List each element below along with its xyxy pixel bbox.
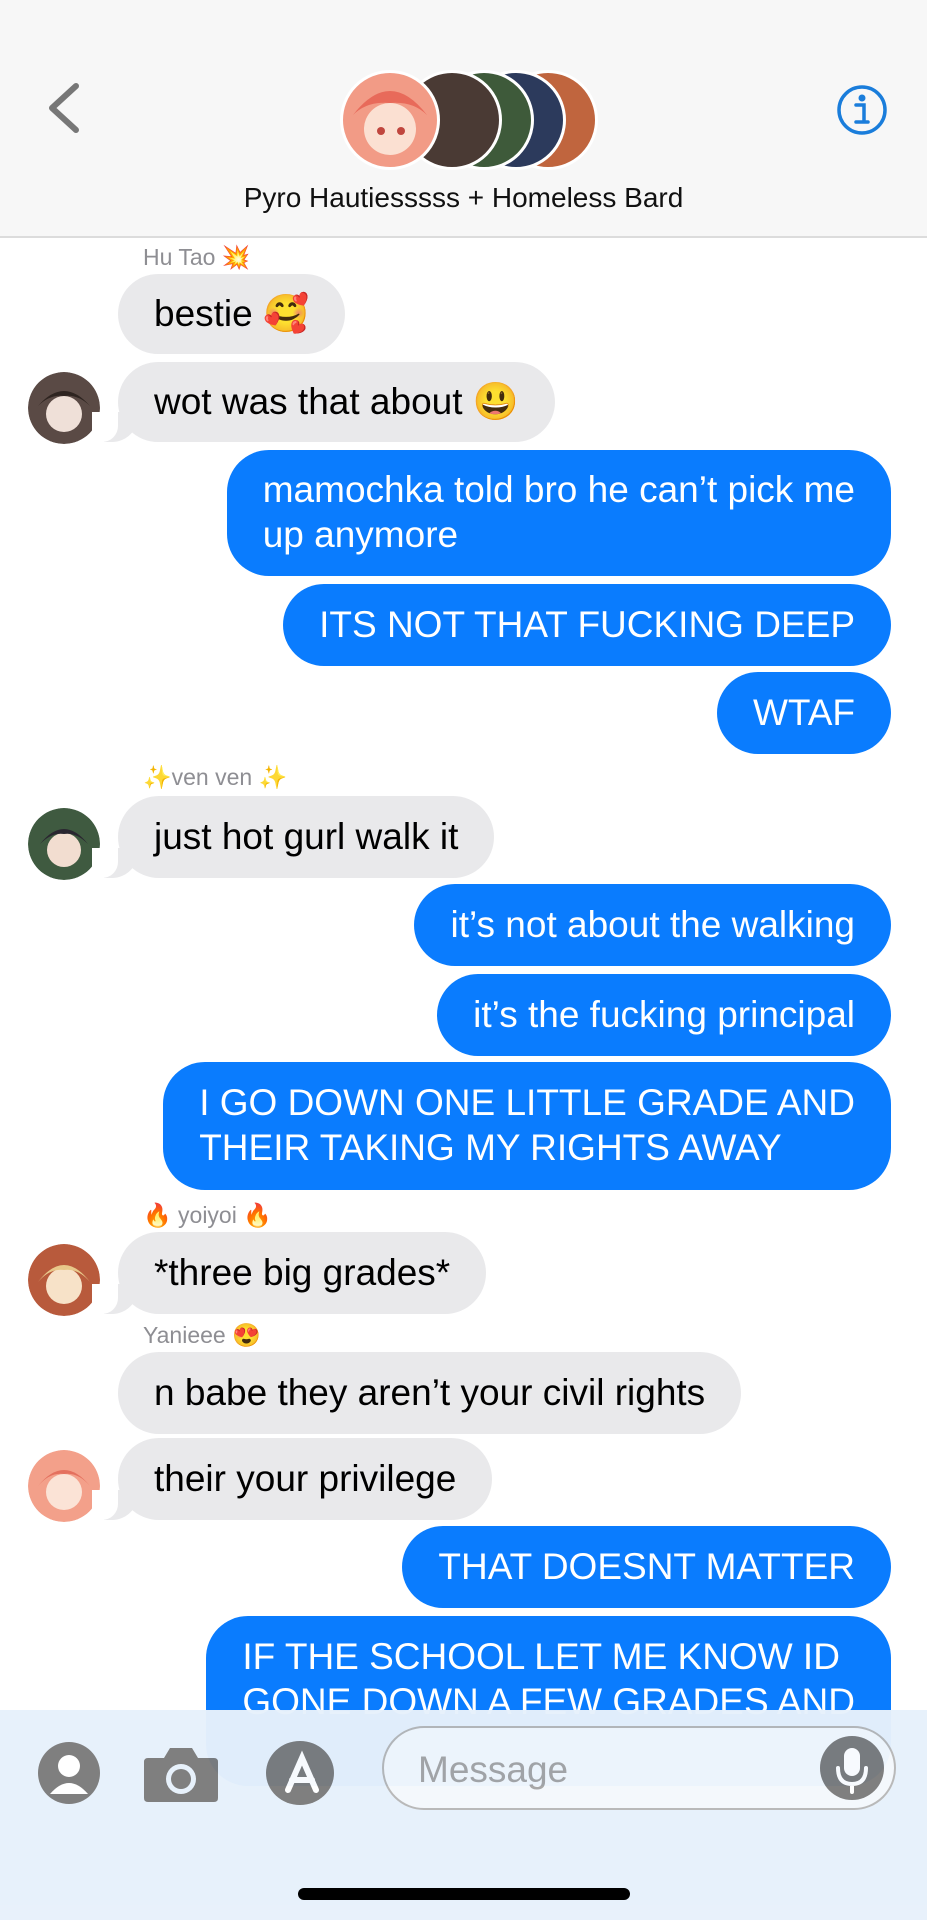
chevron-left-icon[interactable] — [44, 80, 84, 136]
incoming-message[interactable]: wot was that about 😃 — [92, 362, 555, 442]
avatar — [28, 808, 100, 880]
outgoing-message[interactable]: ITS NOT THAT FUCKING DEEP — [283, 584, 891, 666]
microphone-icon[interactable] — [820, 1736, 884, 1800]
avatar — [28, 372, 100, 444]
avatar — [28, 1450, 100, 1522]
incoming-message[interactable]: n babe they aren’t your civil rights — [118, 1352, 742, 1434]
message-line: THEIR TAKING MY RIGHTS AWAY — [199, 1127, 782, 1168]
message-line: IF THE SCHOOL LET ME KNOW ID — [242, 1636, 840, 1677]
contact-icon[interactable] — [38, 1742, 100, 1804]
camera-icon[interactable] — [142, 1744, 220, 1804]
message-line: up anymore — [262, 514, 459, 555]
message-input-field[interactable] — [382, 1726, 896, 1810]
outgoing-message[interactable]: WTAF — [716, 672, 891, 754]
home-indicator[interactable] — [298, 1888, 630, 1900]
message-line: mamochka told bro he can’t pick me — [262, 469, 855, 510]
info-icon[interactable] — [836, 84, 888, 136]
sender-name: ✨ven ven ✨ — [143, 764, 288, 790]
sender-name: Hu Tao 💥 — [143, 244, 251, 270]
incoming-message[interactable]: their your privilege — [91, 1438, 493, 1520]
outgoing-message[interactable]: THAT DOESNT MATTER — [402, 1526, 891, 1608]
outgoing-message[interactable]: it’s the fucking principal — [437, 974, 891, 1056]
outgoing-message[interactable]: it’s not about the walking — [414, 884, 891, 966]
incoming-message[interactable]: bestie 🥰 — [118, 274, 346, 354]
sender-name: Yanieee 😍 — [143, 1322, 261, 1348]
avatar — [340, 70, 440, 170]
message-line: I GO DOWN ONE LITTLE GRADE AND — [199, 1082, 855, 1123]
incoming-message[interactable]: *three big grades* — [91, 1232, 487, 1314]
app-store-icon[interactable] — [264, 1740, 346, 1806]
incoming-message[interactable]: just hot gurl walk it — [91, 796, 495, 878]
avatar — [28, 1244, 100, 1316]
message-input[interactable] — [416, 1746, 800, 1794]
sender-name: 🔥 yoiyoi 🔥 — [143, 1202, 272, 1228]
outgoing-message[interactable]: mamochka told bro he can’t pick me up an… — [226, 450, 891, 576]
conversation-header: Pyro Hautiesssss + Homeless Bard — [0, 0, 927, 238]
conversation-title[interactable]: Pyro Hautiesssss + Homeless Bard — [0, 182, 927, 214]
group-avatar-stack[interactable] — [340, 70, 600, 174]
outgoing-message[interactable]: I GO DOWN ONE LITTLE GRADE AND THEIR TAK… — [163, 1062, 891, 1190]
